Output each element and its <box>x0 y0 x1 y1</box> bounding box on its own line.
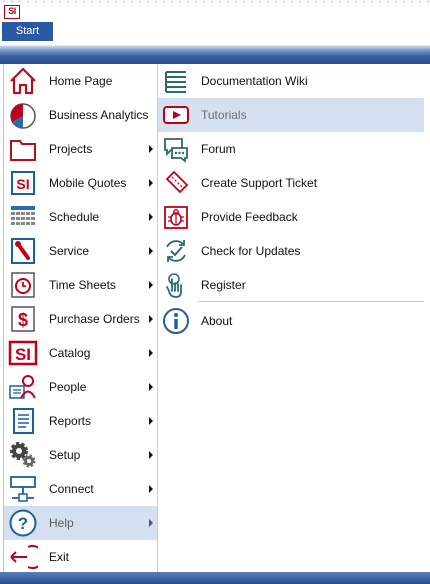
menu-item-people[interactable]: People <box>4 370 158 404</box>
help-submenu: Documentation Wiki Tutorials Forum Creat… <box>157 64 424 572</box>
submenu-item-label: Forum <box>201 142 236 156</box>
submenu-item-documentation-wiki[interactable]: Documentation Wiki <box>158 64 424 98</box>
submenu-arrow-icon <box>149 247 153 255</box>
menu-item-label: Schedule <box>49 210 100 224</box>
menu-item-label: People <box>49 380 87 394</box>
update-icon <box>162 237 190 265</box>
submenu-arrow-icon <box>149 519 153 527</box>
submenu-separator <box>198 301 424 302</box>
menu-item-schedule[interactable]: Schedule <box>4 200 158 234</box>
menu-item-label: Business Analytics <box>49 108 149 122</box>
menu-item-purchase-orders[interactable]: $ Purchase Orders <box>4 302 158 336</box>
svg-text:SI: SI <box>15 345 31 364</box>
submenu-item-check-for-updates[interactable]: Check for Updates <box>158 234 424 268</box>
menu-item-label: Service <box>49 244 90 258</box>
submenu-item-forum[interactable]: Forum <box>158 132 424 166</box>
submenu-item-label: Documentation Wiki <box>201 74 308 88</box>
menu-item-service[interactable]: Service <box>4 234 158 268</box>
dollar-icon: $ <box>8 304 38 334</box>
submenu-item-label: About <box>201 314 233 328</box>
network-icon <box>8 474 38 504</box>
menu-item-reports[interactable]: Reports <box>4 404 158 438</box>
top-dotted-border <box>0 0 430 3</box>
menu-header-band <box>0 41 430 64</box>
svg-text:SI: SI <box>16 176 29 192</box>
svg-text:?: ? <box>18 514 28 533</box>
submenu-arrow-icon <box>149 485 153 493</box>
submenu-item-label: Provide Feedback <box>201 210 298 224</box>
menu-item-label: Exit <box>49 550 70 564</box>
menu-item-connect[interactable]: Connect <box>4 472 158 506</box>
start-button[interactable]: Start <box>2 22 53 41</box>
wrench-icon <box>8 236 38 266</box>
menu-item-mobile-quotes[interactable]: SI Mobile Quotes <box>4 166 158 200</box>
menu-item-label: Reports <box>49 414 92 428</box>
menu-item-home-page[interactable]: Home Page <box>4 64 158 98</box>
menu-item-label: Purchase Orders <box>49 312 140 326</box>
chat-icon <box>162 135 190 163</box>
ticket-icon <box>162 169 190 197</box>
submenu-arrow-icon <box>149 349 153 357</box>
submenu-arrow-icon <box>149 451 153 459</box>
menu-item-label: Connect <box>49 482 94 496</box>
menu-item-projects[interactable]: Projects <box>4 132 158 166</box>
submenu-arrow-icon <box>149 383 153 391</box>
people-icon <box>8 372 38 402</box>
menu-item-help[interactable]: ? Help <box>4 506 158 540</box>
submenu-arrow-icon <box>149 315 153 323</box>
main-menu: Home Page Business Analytics Projects SI… <box>3 64 158 574</box>
submenu-item-label: Register <box>201 278 246 292</box>
gears-icon <box>8 440 38 470</box>
submenu-item-register[interactable]: Register <box>158 268 424 302</box>
pie-chart-icon <box>8 100 38 130</box>
menu-item-label: Catalog <box>49 346 91 360</box>
submenu-arrow-icon <box>149 281 153 289</box>
menu-item-exit[interactable]: Exit <box>4 540 158 574</box>
submenu-item-label: Create Support Ticket <box>201 176 318 190</box>
submenu-arrow-icon <box>149 145 153 153</box>
info-icon <box>162 307 190 335</box>
report-icon <box>8 406 38 436</box>
bug-icon <box>162 203 190 231</box>
clock-icon <box>8 270 38 300</box>
si-logo-icon: SI <box>8 168 38 198</box>
hand-icon <box>162 271 190 299</box>
submenu-item-create-support-ticket[interactable]: Create Support Ticket <box>158 166 424 200</box>
folder-icon <box>8 134 38 164</box>
submenu-arrow-icon <box>149 213 153 221</box>
menu-item-business-analytics[interactable]: Business Analytics <box>4 98 158 132</box>
submenu-item-tutorials[interactable]: Tutorials <box>158 98 424 132</box>
menu-item-label: Time Sheets <box>49 278 116 292</box>
help-icon: ? <box>8 508 38 538</box>
submenu-item-label: Tutorials <box>201 108 247 122</box>
menu-item-label: Setup <box>49 448 81 462</box>
menu-item-setup[interactable]: Setup <box>4 438 158 472</box>
video-icon <box>162 101 190 129</box>
home-icon <box>8 66 38 96</box>
menu-item-label: Home Page <box>49 74 113 88</box>
submenu-item-about[interactable]: About <box>158 304 424 338</box>
submenu-arrow-icon <box>149 417 153 425</box>
menu-item-label: Help <box>49 516 74 530</box>
books-icon <box>162 67 190 95</box>
submenu-arrow-icon <box>149 179 153 187</box>
menu-item-label: Mobile Quotes <box>49 176 127 190</box>
menu-item-catalog[interactable]: SI Catalog <box>4 336 158 370</box>
svg-text:$: $ <box>18 310 28 330</box>
menu-item-time-sheets[interactable]: Time Sheets <box>4 268 158 302</box>
submenu-item-provide-feedback[interactable]: Provide Feedback <box>158 200 424 234</box>
app-logo: SI <box>4 5 20 19</box>
submenu-item-label: Check for Updates <box>201 244 301 258</box>
menu-footer-band <box>0 572 430 584</box>
exit-icon <box>8 542 38 572</box>
calendar-icon <box>8 202 38 232</box>
si-catalog-icon: SI <box>8 338 38 368</box>
menu-item-label: Projects <box>49 142 93 156</box>
